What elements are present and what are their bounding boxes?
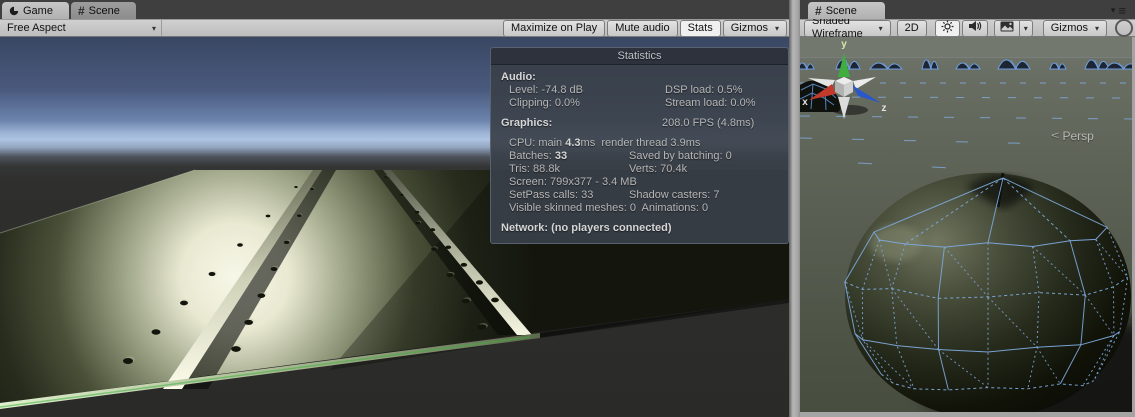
game-viewport[interactable]: Statistics Audio: Level: -74.8 dB DSP lo… <box>0 37 789 417</box>
unity-editor-window: Game # Scene Free Aspect ▾ Maximize on P… <box>0 0 1135 417</box>
scene-panel: # Scene ▾ ≡ Shaded Wireframe ▾ 2D <box>800 0 1135 417</box>
tab-label: Scene <box>826 5 857 17</box>
setpass-calls: SetPass calls: 33 <box>509 189 629 202</box>
lines: ≡ <box>1118 3 1127 18</box>
stats-row: Clipping: 0.0% Stream load: 0.0% <box>509 97 778 110</box>
gizmos-button[interactable]: Gizmos ▾ <box>723 20 787 37</box>
tab-game[interactable]: Game <box>2 2 69 19</box>
fps-value: 208.0 FPS (4.8ms) <box>662 117 754 130</box>
axis-y-label: y <box>841 39 847 50</box>
chevron-down-icon: ▾ <box>1024 22 1028 35</box>
scene-viewport[interactable]: y x z < Persp <box>800 37 1135 417</box>
lighting-toggle-button[interactable] <box>935 20 960 37</box>
search-icon[interactable] <box>1115 19 1133 37</box>
grid-icon: # <box>78 6 85 16</box>
button-label: Maximize on Play <box>511 22 597 35</box>
aspect-label: Free Aspect <box>7 22 66 34</box>
cpu-row: CPU: main 4.3ms render thread 3.9ms <box>509 137 778 150</box>
axis-z-cone <box>852 85 881 103</box>
batches: Batches: 33 <box>509 150 629 163</box>
audio-level: Level: -74.8 dB <box>509 84 665 97</box>
axis-gizmo[interactable]: y x z <box>800 37 888 121</box>
game-toolbar: Free Aspect ▾ Maximize on Play Mute audi… <box>0 19 789 37</box>
tab-scene-left[interactable]: # Scene <box>71 2 136 19</box>
button-label: Mute audio <box>615 22 669 35</box>
verts: Verts: 70.4k <box>629 163 687 176</box>
chevron-down-icon: ▾ <box>775 22 779 35</box>
toggle-2d-button[interactable]: 2D <box>897 20 927 37</box>
statistics-overlay: Statistics Audio: Level: -74.8 dB DSP lo… <box>490 47 789 244</box>
panel-divider[interactable] <box>789 0 800 417</box>
screen-row: Screen: 799x377 - 3.4 MB <box>509 176 778 189</box>
image-icon <box>1000 21 1014 36</box>
button-label: Stats <box>688 22 713 35</box>
grid-icon: # <box>815 6 822 16</box>
window-menu-icon[interactable]: ▾ ≡ <box>1111 3 1127 18</box>
scene-toolbar: Shaded Wireframe ▾ 2D <box>800 19 1135 37</box>
caret: ▾ <box>1111 5 1117 16</box>
button-label: 2D <box>905 22 919 35</box>
stats-button[interactable]: Stats <box>680 20 721 37</box>
effects-combo: ▾ <box>994 20 1033 37</box>
stats-row: SetPass calls: 33 Shadow casters: 7 <box>509 189 778 202</box>
scene-tabbar: # Scene ▾ ≡ <box>800 0 1135 19</box>
shadow-casters: Shadow casters: 7 <box>629 189 720 202</box>
chevron-down-icon: ▾ <box>1095 22 1099 35</box>
speaker-icon <box>968 20 982 36</box>
network-heading: Network: (no players connected) <box>501 222 778 235</box>
axis-y-cone <box>838 53 850 77</box>
audio-toggle-button[interactable] <box>962 20 988 37</box>
stats-row: Tris: 88.8k Verts: 70.4k <box>509 163 778 176</box>
effects-toggle-button[interactable] <box>994 20 1020 37</box>
effects-dropdown[interactable]: ▾ <box>1020 20 1033 37</box>
chevron-down-icon: ▾ <box>152 24 156 33</box>
scene-gizmos-dropdown[interactable]: Gizmos ▾ <box>1043 20 1107 37</box>
stats-row: Graphics: 208.0 FPS (4.8ms) <box>501 117 778 130</box>
tris: Tris: 88.8k <box>509 163 629 176</box>
stats-row: Level: -74.8 dB DSP load: 0.5% <box>509 84 778 97</box>
dsp-load: DSP load: 0.5% <box>665 84 742 97</box>
cpu-text: CPU: main 4.3ms render thread 3.9ms <box>509 137 700 150</box>
tab-scene[interactable]: # Scene <box>808 2 885 19</box>
game-tabbar: Game # Scene <box>0 0 789 19</box>
audio-heading: Audio: <box>501 71 778 84</box>
button-label: Gizmos <box>1051 22 1088 35</box>
tab-label: Scene <box>89 5 120 17</box>
mute-audio-button[interactable]: Mute audio <box>607 20 677 37</box>
skinned-row: Visible skinned meshes: 0 Animations: 0 <box>509 202 778 215</box>
axis-z-label: z <box>882 103 887 114</box>
persp-toggle-icon: < <box>1051 130 1059 142</box>
saved-by-batching: Saved by batching: 0 <box>629 150 732 163</box>
axis-x-cone <box>809 84 836 100</box>
aspect-dropdown[interactable]: Free Aspect ▾ <box>2 20 162 36</box>
maximize-on-play-button[interactable]: Maximize on Play <box>503 20 605 37</box>
game-view-icon <box>9 6 19 16</box>
audio-clipping: Clipping: 0.0% <box>509 97 665 110</box>
tab-label: Game <box>23 5 53 17</box>
statistics-title: Statistics <box>491 48 788 65</box>
game-panel: Game # Scene Free Aspect ▾ Maximize on P… <box>0 0 789 417</box>
stream-load: Stream load: 0.0% <box>665 97 756 110</box>
statistics-body: Audio: Level: -74.8 dB DSP load: 0.5% Cl… <box>491 65 788 243</box>
perspective-toggle[interactable]: < Persp <box>1052 129 1094 143</box>
sun-icon <box>941 20 954 37</box>
stats-row: Batches: 33 Saved by batching: 0 <box>509 150 778 163</box>
persp-label: Persp <box>1062 129 1093 143</box>
chevron-down-icon: ▾ <box>879 22 883 35</box>
button-label: Gizmos <box>731 22 768 35</box>
graphics-heading: Graphics: <box>501 117 662 130</box>
draw-mode-dropdown[interactable]: Shaded Wireframe ▾ <box>804 20 891 37</box>
axis-x-label: x <box>802 97 808 108</box>
